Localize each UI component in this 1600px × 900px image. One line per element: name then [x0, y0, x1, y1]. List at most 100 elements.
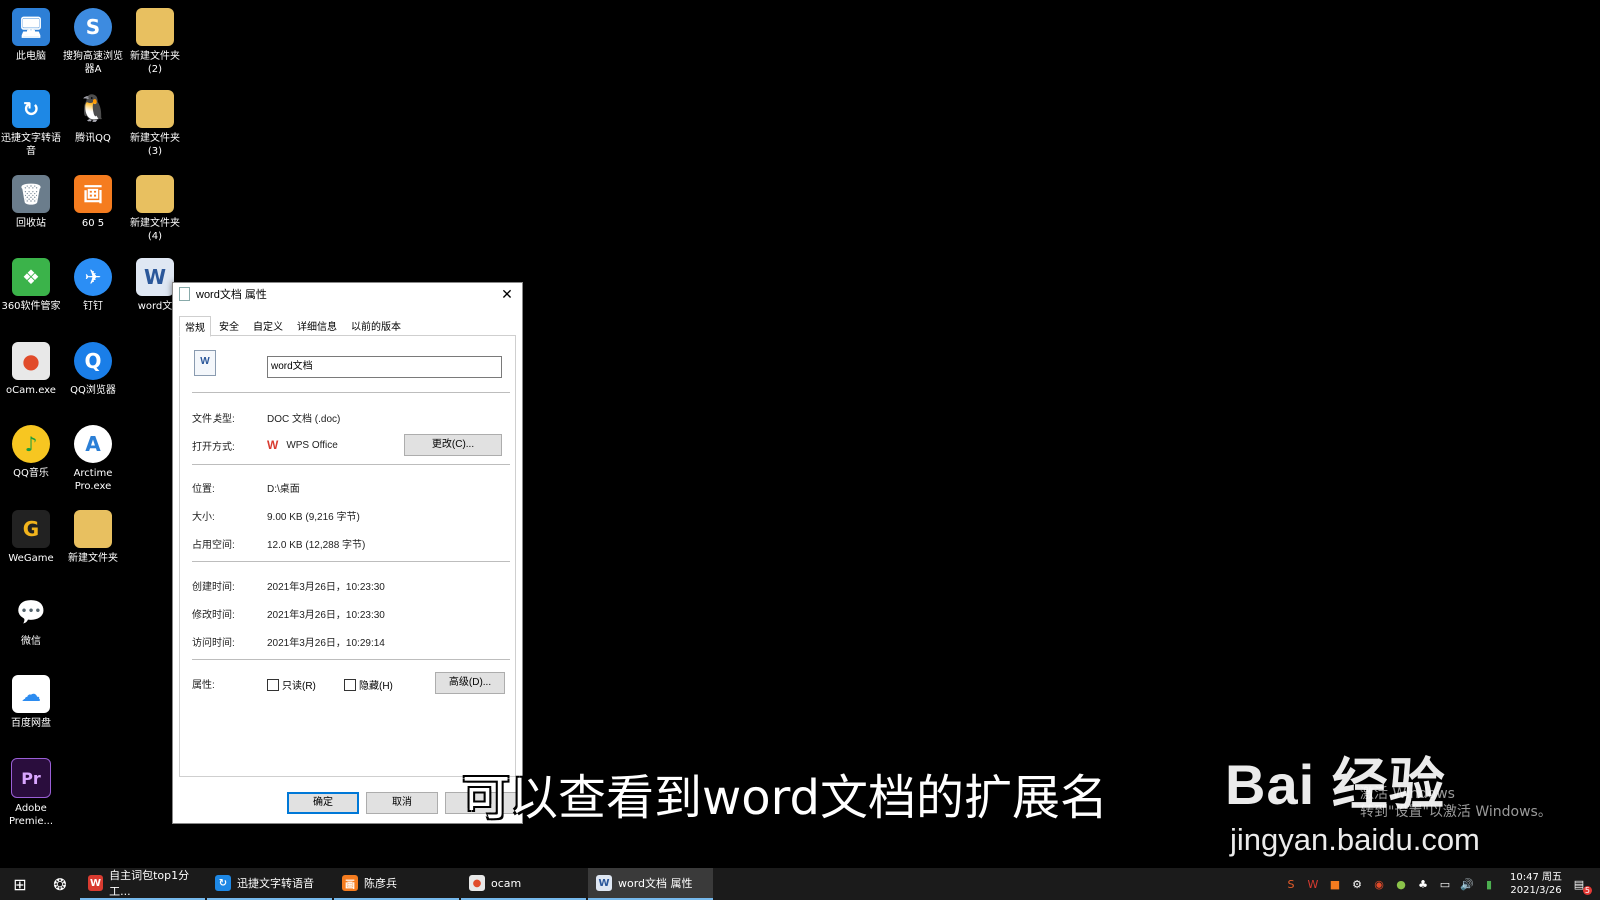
video-caption: 可以查看到word文档的扩展名: [462, 770, 1108, 826]
disk-size-label: 占用空间:: [192, 540, 235, 551]
taskbar-item-ocam[interactable]: ● ocam: [461, 868, 586, 900]
desktop-icon-premiere[interactable]: Pr Adobe Premie...: [0, 758, 62, 828]
desktop-icon-label: 回收站: [16, 218, 46, 229]
notification-badge: 5: [1582, 886, 1592, 895]
qq-music-icon: ♪: [12, 425, 50, 463]
word-doc-icon: W: [194, 350, 216, 376]
clock[interactable]: 10:47 周五 2021/3/26: [1510, 871, 1562, 897]
desktop-icon-arctime[interactable]: A Arctime Pro.exe: [62, 425, 124, 493]
wechat-icon: 💬: [12, 593, 50, 631]
taskbar-item-label: 自主词包top1分工...: [109, 869, 190, 898]
sogou-input-icon[interactable]: ❂: [40, 868, 80, 900]
taskbar-item-wps[interactable]: W 自主词包top1分工...: [80, 868, 205, 900]
file-name-input[interactable]: word文档: [267, 356, 502, 378]
taskbar-item-app60[interactable]: 画 陈彦兵: [334, 868, 459, 900]
app-60-icon: 画: [74, 175, 112, 213]
volume-icon[interactable]: 🔊: [1458, 875, 1476, 893]
created-value: 2021年3月26日，10:23:30: [267, 582, 385, 593]
advanced-button[interactable]: 高级(D)...: [435, 672, 505, 694]
desktop-icon-label: QQ浏览器: [70, 385, 116, 396]
desktop-icon-label: Arctime Pro.exe: [73, 468, 113, 492]
dingtalk-icon: ✈: [74, 258, 112, 296]
hidden-checkbox[interactable]: 隐藏(H): [344, 677, 393, 692]
desktop-icon-qq-browser[interactable]: Q QQ浏览器: [62, 342, 124, 397]
qq-icon: 🐧: [74, 90, 112, 128]
readonly-checkbox[interactable]: 只读(R): [267, 677, 316, 692]
tab-details[interactable]: 详细信息: [291, 315, 343, 336]
sogou-tray-icon[interactable]: S: [1282, 875, 1300, 893]
mouse-cursor-icon: [212, 411, 218, 425]
properties-dialog: word文档 属性 ✕ 常规 安全 自定义 详细信息 以前的版本 W word文…: [172, 282, 523, 824]
cancel-button[interactable]: 取消: [366, 792, 438, 814]
desktop-icon-folder-4[interactable]: 新建文件夹 (4): [124, 175, 186, 243]
desktop-icon-wechat[interactable]: 💬 微信: [0, 593, 62, 648]
battery-icon[interactable]: ▮: [1480, 875, 1498, 893]
desktop-icon-dingtalk[interactable]: ✈ 钉钉: [62, 258, 124, 313]
taskbar-item-tts[interactable]: ↻ 迅捷文字转语音: [207, 868, 332, 900]
premiere-icon: Pr: [11, 758, 51, 798]
desktop-icon-ocam[interactable]: ● oCam.exe: [0, 342, 62, 397]
desktop-icon-label: 钉钉: [83, 301, 103, 312]
360-tray-icon[interactable]: ●: [1392, 875, 1410, 893]
desktop-icon-360[interactable]: ❖ 360软件管家: [0, 258, 62, 313]
dialog-titlebar[interactable]: word文档 属性 ✕: [173, 283, 522, 305]
windows-start-icon[interactable]: ⊞: [0, 868, 40, 900]
checkbox-box: [344, 678, 356, 691]
tab-security[interactable]: 安全: [213, 315, 245, 336]
tab-bar: 常规 安全 自定义 详细信息 以前的版本: [179, 315, 409, 337]
record-tray-icon[interactable]: ◉: [1370, 875, 1388, 893]
desktop-icon-wegame[interactable]: G WeGame: [0, 510, 62, 565]
folder-icon: [74, 510, 112, 548]
desktop-icon-60[interactable]: 画 60 5: [62, 175, 124, 230]
desktop-icon-label: WeGame: [8, 553, 54, 564]
desktop-icon-qq[interactable]: 🐧 腾讯QQ: [62, 90, 124, 145]
open-with-app: WPS Office: [286, 439, 338, 451]
taskbar-item-label: ocam: [491, 876, 522, 890]
app-tray-icon[interactable]: ■: [1326, 875, 1344, 893]
desktop-icon-label: 百度网盘: [11, 718, 51, 729]
watermark-url: jingyan.baidu.com: [1230, 822, 1480, 857]
clock-date: 2021/3/26: [1510, 885, 1562, 896]
tab-general[interactable]: 常规: [179, 316, 211, 337]
taskbar-item-properties[interactable]: W word文档 属性: [588, 868, 713, 900]
divider: [192, 392, 510, 393]
desktop-icon-folder-3[interactable]: 新建文件夹 (3): [124, 90, 186, 158]
qq-tray-icon[interactable]: ♣: [1414, 875, 1432, 893]
word-doc-icon: W: [136, 258, 174, 296]
taskbar: ⊞ ❂ W 自主词包top1分工... ↻ 迅捷文字转语音 画 陈彦兵 ● oc…: [0, 868, 1600, 900]
desktop-icon-label: 迅捷文字转语音: [1, 133, 61, 157]
close-icon[interactable]: ✕: [498, 285, 516, 303]
desktop-icon-label: oCam.exe: [6, 385, 56, 396]
location-value: D:\桌面: [267, 484, 300, 495]
app-60-icon: 画: [342, 875, 358, 891]
wps-icon: W: [267, 438, 279, 452]
ocam-icon: ●: [12, 342, 50, 380]
desktop-icon-folder-2[interactable]: 新建文件夹 (2): [124, 8, 186, 76]
desktop-icon-qq-music[interactable]: ♪ QQ音乐: [0, 425, 62, 480]
desktop-icon-label: 微信: [21, 636, 41, 647]
change-button[interactable]: 更改(C)...: [404, 434, 502, 456]
disk-size-value: 12.0 KB (12,288 字节): [267, 540, 366, 551]
desktop-icon-label: 腾讯QQ: [75, 133, 111, 144]
desktop-icon-this-pc[interactable]: 🖥 此电脑: [0, 8, 62, 63]
network-icon[interactable]: ▭: [1436, 875, 1454, 893]
360-manager-icon: ❖: [12, 258, 50, 296]
desktop-icon-folder[interactable]: 新建文件夹: [62, 510, 124, 565]
notification-icon[interactable]: ▤ 5: [1570, 875, 1592, 895]
network-share-icon[interactable]: ⚙: [1348, 875, 1366, 893]
taskbar-item-label: 陈彦兵: [364, 877, 397, 890]
ok-button[interactable]: 确定: [287, 792, 359, 814]
tts-app-icon: ↻: [12, 90, 50, 128]
folder-icon: [136, 90, 174, 128]
desktop-icon-recycle-bin[interactable]: 🗑 回收站: [0, 175, 62, 230]
desktop-icon-baidu-netdisk[interactable]: ☁ 百度网盘: [0, 675, 62, 730]
open-with-label: 打开方式:: [192, 442, 235, 453]
tab-previous-versions[interactable]: 以前的版本: [345, 315, 407, 336]
tab-custom[interactable]: 自定义: [247, 315, 289, 336]
desktop-icon-label: Adobe Premie...: [8, 803, 54, 827]
modified-value: 2021年3月26日，10:23:30: [267, 610, 385, 621]
desktop-icon-sogou[interactable]: S 搜狗高速浏览器A: [62, 8, 124, 76]
taskbar-item-label: word文档 属性: [618, 877, 693, 890]
desktop-icon-tts[interactable]: ↻ 迅捷文字转语音: [0, 90, 62, 158]
wps-tray-icon[interactable]: W: [1304, 875, 1322, 893]
